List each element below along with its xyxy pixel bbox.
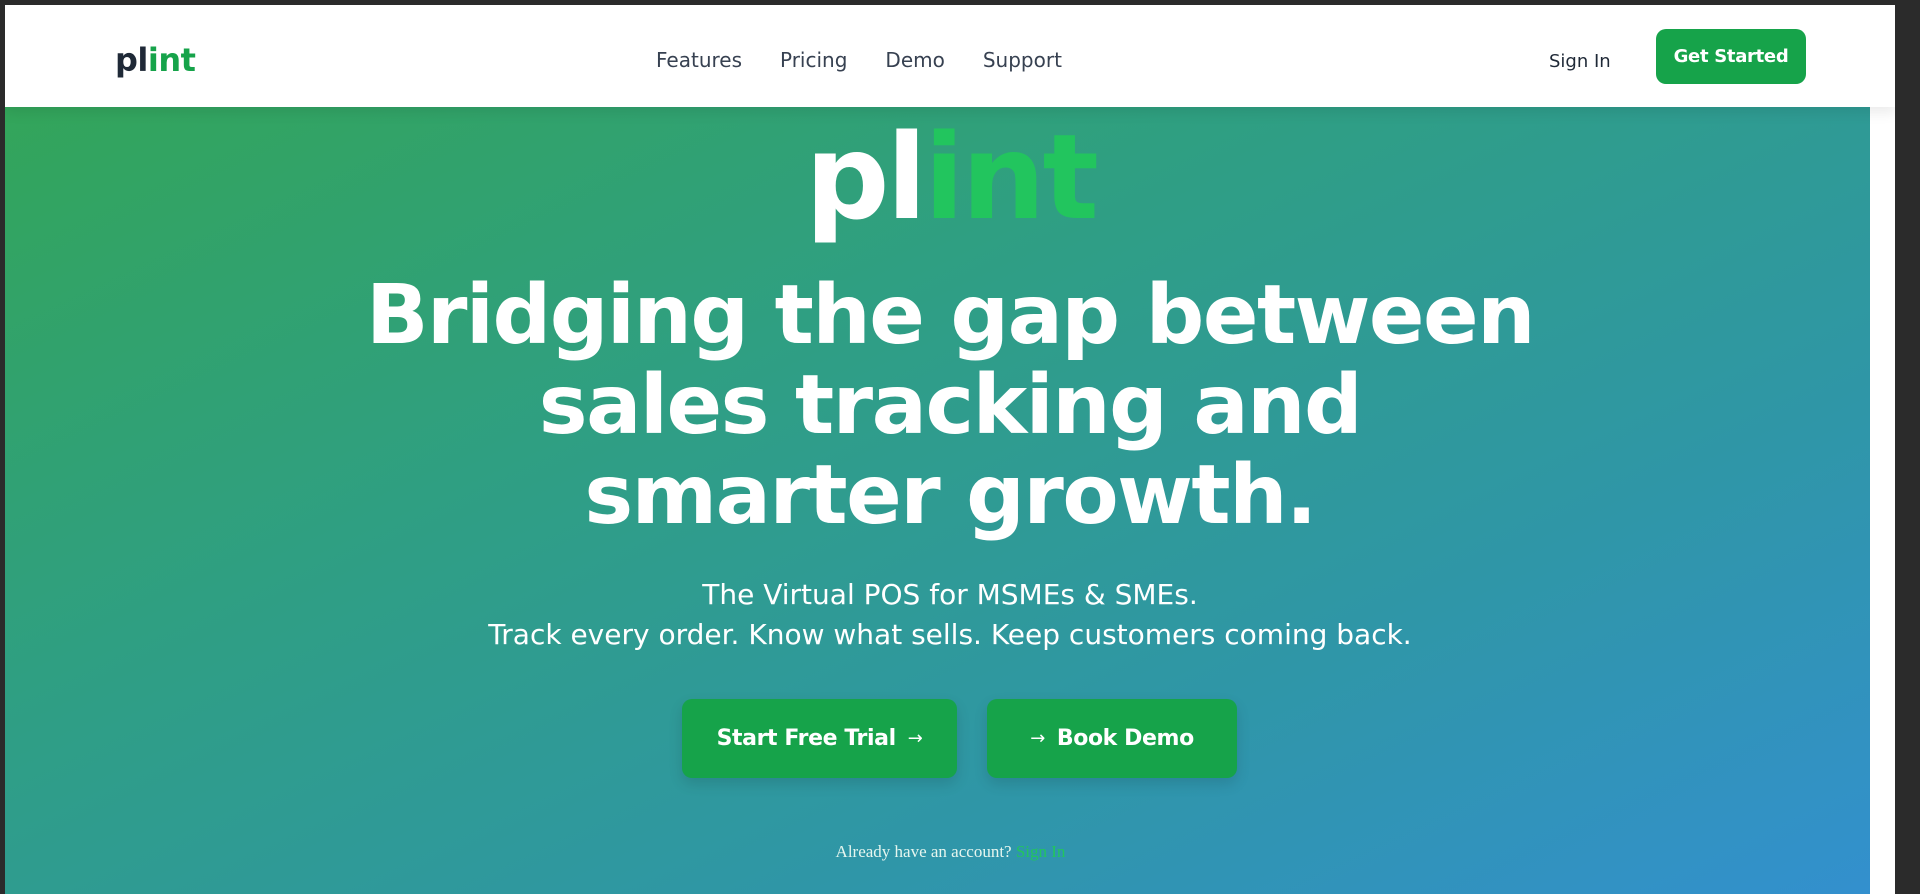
nav-logo-pl: pl xyxy=(115,41,148,79)
nav-links: Features Pricing Demo Support xyxy=(656,48,1062,72)
arrow-right-icon: → xyxy=(907,728,923,749)
hero-subtitle-line1: The Virtual POS for MSMEs & SMEs. xyxy=(702,578,1198,611)
hero-subtitle: The Virtual POS for MSMEs & SMEs. Track … xyxy=(350,575,1550,655)
nav-link-support[interactable]: Support xyxy=(983,48,1062,72)
hero-cta-row: Start Free Trial → → Book Demo xyxy=(682,699,1237,778)
page: plint Features Pricing Demo Support Sign… xyxy=(5,5,1895,894)
start-free-trial-label: Start Free Trial xyxy=(716,726,897,751)
already-have-account-text: Already have an account? xyxy=(835,842,1012,861)
nav-logo[interactable]: plint xyxy=(115,41,196,79)
hero-logo: plint xyxy=(5,107,1895,247)
nav-link-demo[interactable]: Demo xyxy=(885,48,944,72)
book-demo-button[interactable]: → Book Demo xyxy=(987,699,1237,778)
start-free-trial-button[interactable]: Start Free Trial → xyxy=(682,699,957,778)
get-started-button[interactable]: Get Started xyxy=(1656,29,1806,84)
hero-headline: Bridging the gap between sales tracking … xyxy=(365,268,1536,543)
already-have-account: Already have an account? Sign In xyxy=(5,842,1895,862)
hero-sign-in-link[interactable]: Sign In xyxy=(1016,842,1066,861)
sign-in-link[interactable]: Sign In xyxy=(1549,51,1611,72)
hero-section: plint Bridging the gap between sales tra… xyxy=(5,107,1895,894)
vertical-scrollbar[interactable] xyxy=(1870,5,1895,894)
nav-link-pricing[interactable]: Pricing xyxy=(780,48,847,72)
nav-link-features[interactable]: Features xyxy=(656,48,742,72)
hero-logo-int: int xyxy=(924,108,1099,246)
top-navbar: plint Features Pricing Demo Support Sign… xyxy=(5,5,1895,107)
browser-window: plint Features Pricing Demo Support Sign… xyxy=(5,5,1895,894)
arrow-right-icon: → xyxy=(1030,728,1045,749)
hero-subtitle-line2: Track every order. Know what sells. Keep… xyxy=(488,618,1412,651)
hero-logo-pl: pl xyxy=(805,108,927,246)
nav-logo-int: int xyxy=(147,41,196,79)
book-demo-label: Book Demo xyxy=(1056,726,1194,751)
